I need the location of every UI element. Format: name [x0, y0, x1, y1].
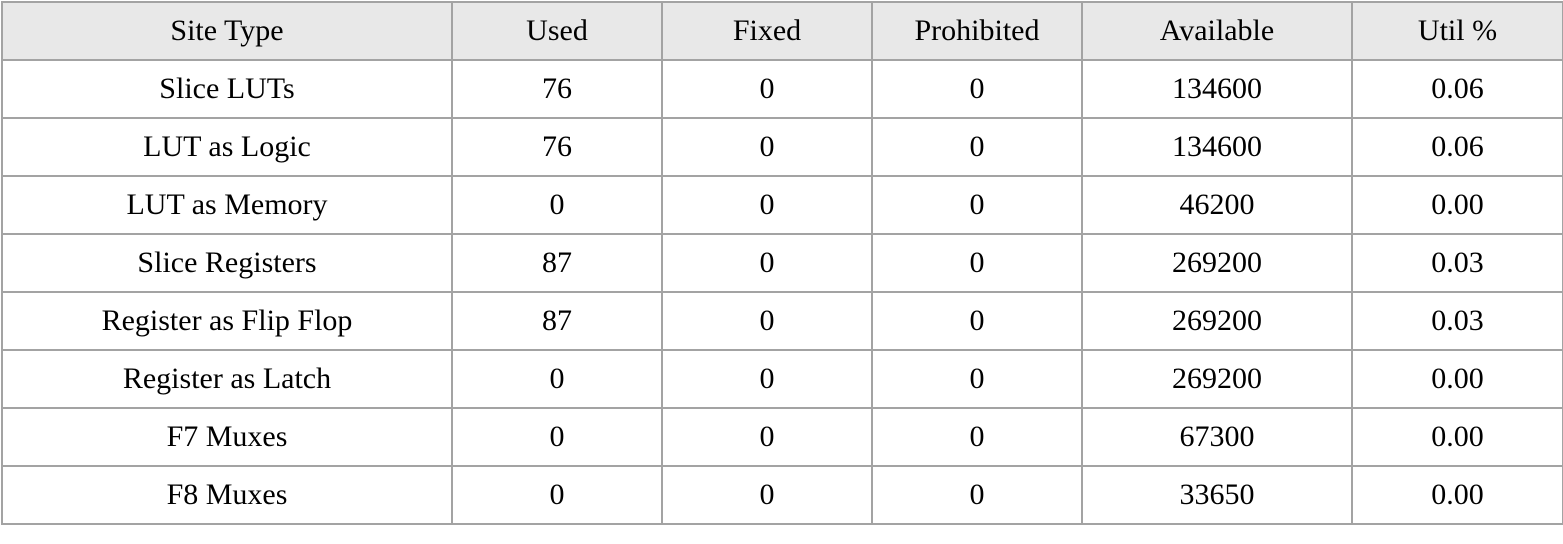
cell-prohibited: 0 — [871, 291, 1083, 351]
cell-used: 0 — [451, 349, 663, 409]
table-row: F8 Muxes 0 0 0 33650 0.00 — [1, 465, 1563, 525]
cell-site-type: Slice Registers — [1, 233, 453, 293]
table-row: Register as Latch 0 0 0 269200 0.00 — [1, 349, 1563, 409]
column-header-available: Available — [1081, 1, 1353, 61]
table-row: Slice Registers 87 0 0 269200 0.03 — [1, 233, 1563, 293]
cell-prohibited: 0 — [871, 407, 1083, 467]
header-row: Site Type Used Fixed Prohibited Available Uti… — [1, 1, 1563, 61]
cell-util-percent: 0.03 — [1351, 233, 1563, 293]
table-row: F7 Muxes 0 0 0 67300 0.00 — [1, 407, 1563, 467]
cell-available: 46200 — [1081, 175, 1353, 235]
cell-site-type: Register as Flip Flop — [1, 291, 453, 351]
cell-prohibited: 0 — [871, 117, 1083, 177]
cell-prohibited: 0 — [871, 465, 1083, 525]
cell-available: 269200 — [1081, 233, 1353, 293]
cell-prohibited: 0 — [871, 349, 1083, 409]
cell-used: 87 — [451, 291, 663, 351]
table-row: Slice LUTs 76 0 0 134600 0.06 — [1, 59, 1563, 119]
column-header-prohibited: Prohibited — [871, 1, 1083, 61]
cell-util-percent: 0.03 — [1351, 291, 1563, 351]
cell-site-type: Slice LUTs — [1, 59, 453, 119]
table-row: LUT as Logic 76 0 0 134600 0.06 — [1, 117, 1563, 177]
cell-fixed: 0 — [661, 407, 873, 467]
cell-prohibited: 0 — [871, 233, 1083, 293]
cell-util-percent: 0.00 — [1351, 349, 1563, 409]
cell-fixed: 0 — [661, 233, 873, 293]
column-header-site-type: Site Type — [1, 1, 453, 61]
cell-available: 33650 — [1081, 465, 1353, 525]
cell-available: 269200 — [1081, 349, 1353, 409]
cell-fixed: 0 — [661, 175, 873, 235]
cell-util-percent: 0.00 — [1351, 465, 1563, 525]
cell-util-percent: 0.06 — [1351, 117, 1563, 177]
cell-used: 76 — [451, 59, 663, 119]
cell-site-type: F7 Muxes — [1, 407, 453, 467]
cell-util-percent: 0.06 — [1351, 59, 1563, 119]
cell-used: 0 — [451, 407, 663, 467]
cell-used: 87 — [451, 233, 663, 293]
column-header-used: Used — [451, 1, 663, 61]
cell-available: 67300 — [1081, 407, 1353, 467]
table-row: LUT as Memory 0 0 0 46200 0.00 — [1, 175, 1563, 235]
cell-available: 269200 — [1081, 291, 1353, 351]
cell-used: 0 — [451, 465, 663, 525]
cell-used: 76 — [451, 117, 663, 177]
cell-fixed: 0 — [661, 349, 873, 409]
cell-fixed: 0 — [661, 59, 873, 119]
cell-site-type: LUT as Logic — [1, 117, 453, 177]
cell-available: 134600 — [1081, 59, 1353, 119]
cell-fixed: 0 — [661, 291, 873, 351]
cell-site-type: LUT as Memory — [1, 175, 453, 235]
cell-used: 0 — [451, 175, 663, 235]
cell-util-percent: 0.00 — [1351, 175, 1563, 235]
cell-site-type: Register as Latch — [1, 349, 453, 409]
cell-site-type: F8 Muxes — [1, 465, 453, 525]
utilization-table: Site Type Used Fixed Prohibited Available Uti… — [1, 1, 1563, 525]
cell-fixed: 0 — [661, 465, 873, 525]
cell-fixed: 0 — [661, 117, 873, 177]
column-header-util-percent: Util % — [1351, 1, 1563, 61]
column-header-fixed: Fixed — [661, 1, 873, 61]
table-row: Register as Flip Flop 87 0 0 269200 0.03 — [1, 291, 1563, 351]
cell-util-percent: 0.00 — [1351, 407, 1563, 467]
cell-prohibited: 0 — [871, 175, 1083, 235]
cell-available: 134600 — [1081, 117, 1353, 177]
cell-prohibited: 0 — [871, 59, 1083, 119]
